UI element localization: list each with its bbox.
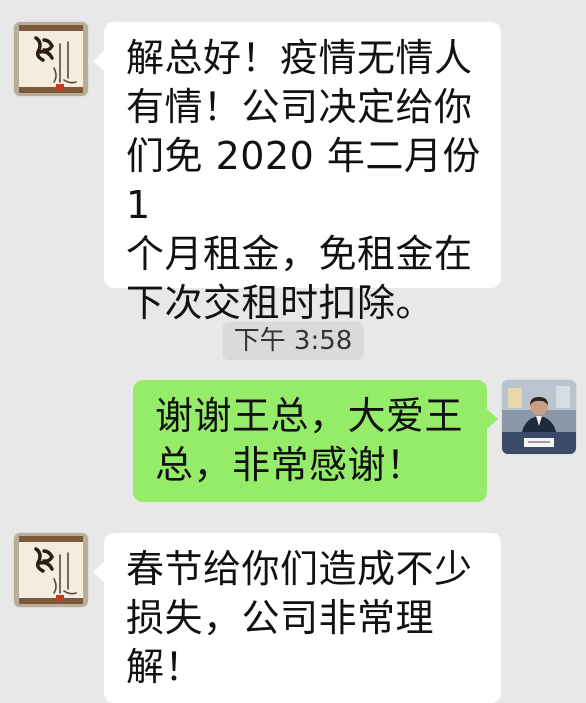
message-line: 总，非常感谢！	[155, 443, 425, 487]
message-line: 春节给你们造成不少	[126, 547, 473, 591]
incoming-message-1[interactable]: 解总好！疫情无情人 有情！公司决定给你 们免 2020 年二月份 1 个月租金，…	[93, 22, 501, 325]
person-photo-icon	[502, 380, 576, 454]
outgoing-message-1[interactable]: 谢谢王总，大爱王 总，非常感谢！	[133, 380, 498, 502]
message-line: 谢谢王总，大爱王	[155, 394, 464, 438]
message-line: 解总好！疫情无情人	[126, 36, 473, 80]
calligraphy-scroll-icon	[14, 22, 88, 96]
message-line: 损失，公司非常理	[126, 596, 435, 640]
incoming-message-2[interactable]: 春节给你们造成不少 损失，公司非常理 解！	[93, 533, 501, 703]
message-line: 下次交租时扣除。	[126, 281, 435, 325]
message-line: 们免 2020 年二月份 1	[126, 134, 481, 227]
message-line: 个月租金，免租金在	[126, 232, 473, 276]
message-timestamp: 下午 3:58	[222, 322, 364, 360]
calligraphy-scroll-icon	[14, 533, 88, 607]
sender-avatar-2[interactable]	[14, 533, 88, 607]
message-line: 有情！公司决定给你	[126, 85, 473, 129]
own-avatar[interactable]	[502, 380, 576, 454]
message-line: 解！	[126, 645, 204, 689]
sender-avatar-1[interactable]	[14, 22, 88, 96]
